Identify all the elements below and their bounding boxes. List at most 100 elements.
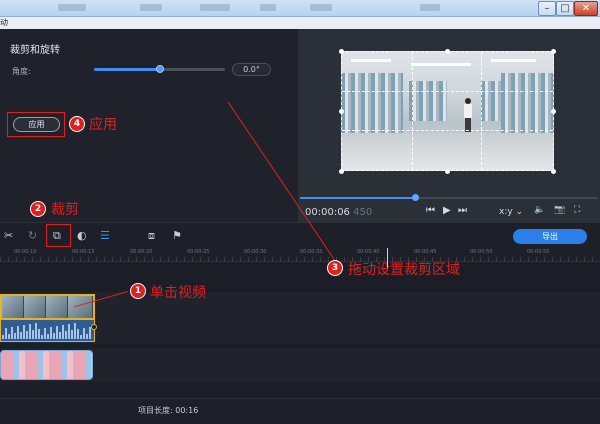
blurred-title-text: [140, 4, 162, 11]
timecode-frames: 450: [353, 207, 373, 218]
clip-thumbnail: [2, 296, 24, 318]
waveform-bar: [41, 335, 43, 339]
minimize-button[interactable]: –: [538, 1, 556, 16]
maximize-button[interactable]: □: [556, 1, 574, 16]
timeline-tracks: [0, 262, 600, 390]
waveform-bar: [32, 330, 34, 339]
crop-handle-top[interactable]: [445, 49, 450, 54]
pip-icon[interactable]: ⧈: [148, 229, 155, 243]
blurred-title-text: [58, 4, 86, 11]
angle-slider-fill: [94, 68, 160, 71]
ruler-tick-label: 00:00:50: [470, 249, 493, 255]
ruler-tick-label: 00:00:20: [130, 249, 153, 255]
waveform-bar: [17, 326, 19, 339]
blurred-title-text: [420, 4, 440, 11]
waveform-bar: [14, 333, 16, 339]
annotation-drag-crop: 拖动设置裁剪区域: [348, 262, 460, 278]
clip-thumbnail: [24, 296, 46, 318]
clip-trim-handle[interactable]: [91, 324, 97, 330]
crop-handle-bottom-left[interactable]: [339, 169, 344, 174]
close-button[interactable]: ✕: [574, 1, 598, 16]
waveform-bar: [53, 333, 55, 339]
angle-value-field[interactable]: 0.0°: [232, 63, 271, 76]
snapshot-icon[interactable]: 📷: [554, 205, 565, 215]
waveform-bar: [44, 328, 46, 339]
waveform-bar: [20, 332, 22, 339]
waveform-bar: [38, 329, 40, 339]
step-badge-3: 3: [327, 260, 343, 276]
waveform-bar: [26, 331, 28, 339]
ruler-tick-label: 00:00:45: [414, 249, 437, 255]
waveform-bar: [2, 335, 4, 339]
blurred-title-text: [260, 4, 276, 11]
ruler-tick-label: 00:00:35: [300, 249, 323, 255]
waveform-bar: [74, 323, 76, 339]
ruler-tick-label: 00:00:25: [187, 249, 210, 255]
annotation-highlight-box: [46, 224, 71, 247]
export-button[interactable]: 导出: [513, 229, 587, 244]
scissors-icon[interactable]: ✂: [4, 229, 13, 242]
crop-handle-bottom-right[interactable]: [551, 169, 556, 174]
playback-progress-fill: [300, 197, 415, 199]
fullscreen-icon[interactable]: ⛶: [574, 205, 580, 215]
crop-area[interactable]: [341, 51, 554, 171]
crop-handle-right[interactable]: [551, 109, 556, 114]
waveform-bar: [8, 334, 10, 339]
status-footer: 项目长度: 00:16: [0, 398, 600, 424]
angle-label: 角度:: [12, 67, 31, 76]
color-icon[interactable]: ◐: [77, 229, 87, 242]
video-editor-window: – □ ✕ 动 裁剪和旋转 角度: 0.0° 应用 4 应用 00:00:06 …: [0, 0, 600, 424]
step-badge-2: 2: [30, 201, 46, 217]
waveform-bar: [83, 328, 85, 339]
waveform-bar: [86, 334, 88, 339]
video-clip[interactable]: [0, 294, 95, 320]
clip-thumbnail: [46, 296, 68, 318]
waveform-bar: [11, 327, 13, 339]
crop-handle-bottom[interactable]: [445, 169, 450, 174]
playback-thumb[interactable]: [411, 194, 419, 201]
next-frame-icon[interactable]: ⏭: [458, 205, 467, 216]
waveform-bar: [29, 324, 31, 339]
ruler-tick-label: 00:00:55: [527, 249, 550, 255]
play-icon[interactable]: ▶: [443, 205, 451, 216]
angle-slider[interactable]: [94, 65, 225, 73]
prev-frame-icon[interactable]: ⏮: [426, 205, 435, 216]
waveform-bar: [59, 332, 61, 339]
apply-button[interactable]: 应用: [13, 117, 60, 132]
playback-progress[interactable]: [300, 194, 598, 201]
timeline-ruler[interactable]: 00:00:10 00:00:13 00:00:20 00:00:25 00:0…: [0, 248, 600, 262]
crop-grid-line: [411, 52, 413, 170]
ruler-tick-label: 00:00:40: [357, 249, 380, 255]
music-clip[interactable]: [0, 350, 93, 380]
aspect-ratio-select[interactable]: x:y ⌄: [499, 207, 523, 217]
crop-handle-top-right[interactable]: [551, 49, 556, 54]
step-badge-1: 1: [130, 283, 146, 299]
waveform-bar: [23, 325, 25, 339]
equalizer-icon[interactable]: ☰: [100, 229, 110, 242]
menu-item[interactable]: 动: [0, 18, 8, 27]
crop-grid-line: [342, 129, 553, 131]
blurred-title-text: [200, 4, 230, 11]
crop-grid-line: [481, 52, 483, 170]
volume-icon[interactable]: 🔈: [534, 205, 545, 215]
timecode: 00:00:06 450: [305, 207, 372, 218]
annotation-crop: 裁剪: [51, 202, 79, 218]
step-badge-4: 4: [69, 116, 85, 132]
crop-handle-left[interactable]: [339, 109, 344, 114]
annotation-click-video: 单击视频: [150, 285, 206, 301]
audio-waveform-clip[interactable]: [0, 320, 95, 342]
waveform-bar: [80, 335, 82, 339]
redo-icon[interactable]: ↻: [28, 229, 37, 242]
crop-grid-line: [342, 90, 553, 92]
flag-icon[interactable]: ⚑: [172, 229, 182, 242]
timecode-main: 00:00:06: [305, 207, 350, 218]
crop-handle-top-left[interactable]: [339, 49, 344, 54]
waveform-bar: [65, 331, 67, 339]
waveform-bar: [50, 327, 52, 339]
ruler-tick-label: 00:00:10: [14, 249, 37, 255]
timeline-playhead[interactable]: [387, 248, 388, 268]
project-length: 项目长度: 00:16: [138, 406, 199, 415]
waveform-bar: [5, 328, 7, 339]
angle-slider-thumb[interactable]: [155, 65, 164, 73]
waveform-bar: [47, 334, 49, 339]
